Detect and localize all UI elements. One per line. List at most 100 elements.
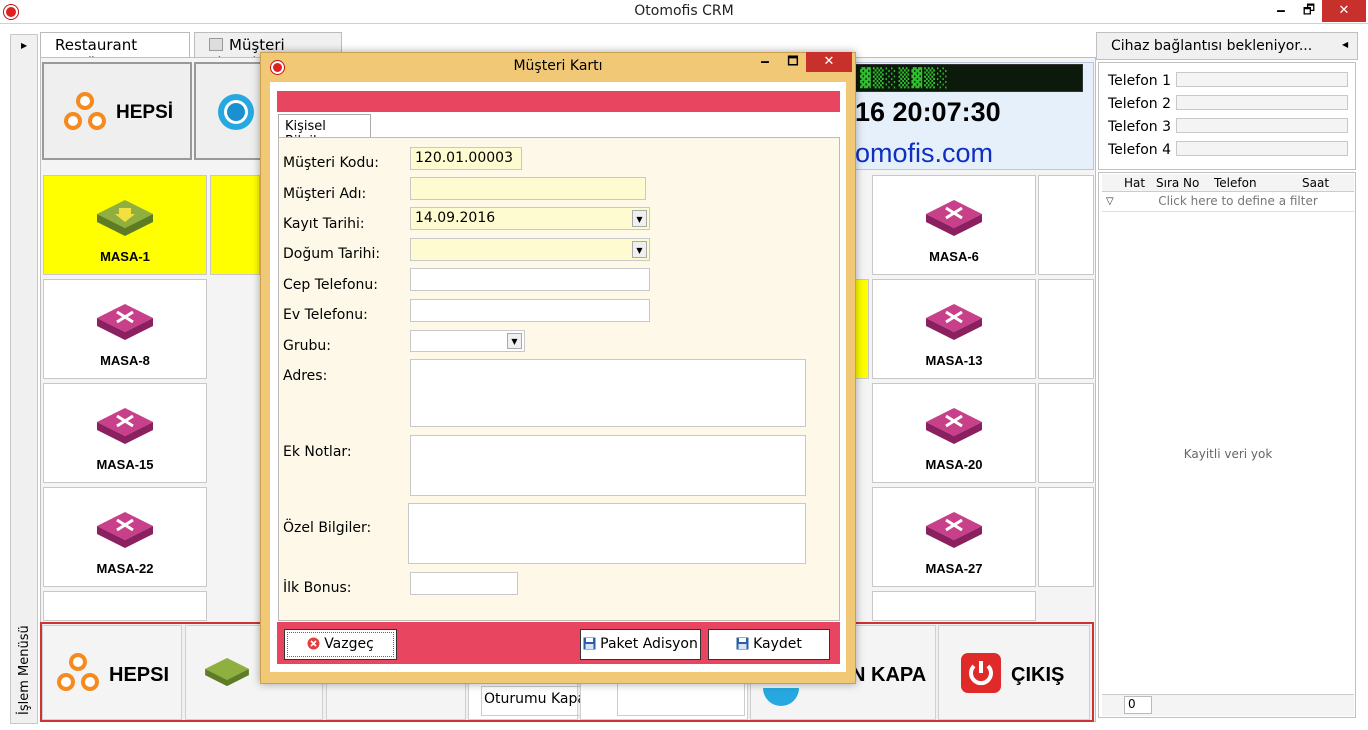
- grubu-select[interactable]: ▼: [410, 330, 525, 352]
- table-partial[interactable]: [1038, 487, 1094, 587]
- table-busy-partial[interactable]: [210, 175, 260, 275]
- musteri-adi-label: Müşteri Adı:: [283, 186, 367, 202]
- cikis-button[interactable]: ÇIKIŞ: [938, 625, 1090, 720]
- kaydet-button[interactable]: Kaydet: [708, 629, 830, 660]
- close-button[interactable]: ✕: [1322, 0, 1366, 22]
- table-partial[interactable]: [1038, 175, 1094, 275]
- table-masa-8[interactable]: MASA-8: [43, 279, 207, 379]
- paket-adisyon-label: Paket Adisyon: [600, 636, 698, 652]
- table-label: MASA-27: [925, 561, 983, 576]
- table-masa-27[interactable]: MASA-27: [872, 487, 1036, 587]
- device-status: Cihaz bağlantısı bekleniyor...: [1096, 32, 1358, 60]
- dialog-close-button[interactable]: ✕: [806, 52, 852, 72]
- bottom-hepsi-button[interactable]: HEPSI: [42, 625, 182, 720]
- table-masa-13[interactable]: MASA-13: [872, 279, 1036, 379]
- musteri-kodu-label: Müşteri Kodu:: [283, 155, 379, 171]
- checkbox-icon: [209, 38, 223, 51]
- table-masa-6[interactable]: MASA-6: [872, 175, 1036, 275]
- phone-line-label: Telefon 2: [1108, 96, 1172, 112]
- table-book-icon: [926, 304, 982, 340]
- side-menu-bar[interactable]: ▶ İşlem Menüsü: [10, 34, 38, 724]
- vazgec-button[interactable]: Vazgeç: [284, 629, 397, 660]
- grid-column-header[interactable]: Hat: [1124, 176, 1145, 190]
- table-masa-20[interactable]: MASA-20: [872, 383, 1036, 483]
- clock-text: 16 20:07:30: [855, 97, 1001, 127]
- dogum-tarihi-field[interactable]: ▼: [410, 238, 650, 261]
- collapse-arrow-icon[interactable]: ◀: [1342, 40, 1348, 49]
- table-label: MASA-22: [96, 561, 154, 576]
- table-masa-15[interactable]: MASA-15: [43, 383, 207, 483]
- table-book-icon: [97, 200, 153, 236]
- phone-line-bar: [1176, 95, 1348, 110]
- category-button[interactable]: [194, 62, 264, 160]
- chevron-down-icon[interactable]: ▼: [632, 210, 647, 227]
- adres-textarea[interactable]: [410, 359, 806, 427]
- green-book-icon: [205, 657, 249, 687]
- kayit-tarihi-label: Kayıt Tarihi:: [283, 216, 365, 232]
- ek-notlar-textarea[interactable]: [410, 435, 806, 496]
- grid-column-header[interactable]: Saat: [1302, 176, 1329, 190]
- dialog-header-band: [277, 91, 840, 112]
- grid-column-header[interactable]: Telefon: [1214, 176, 1257, 190]
- phone-line-label: Telefon 3: [1108, 119, 1172, 135]
- minimize-button[interactable]: 🗕: [1266, 0, 1296, 22]
- maximize-button[interactable]: 🗗: [1294, 0, 1324, 22]
- table-label: MASA-6: [929, 249, 979, 264]
- table-masa-1[interactable]: MASA-1: [43, 175, 207, 275]
- table-book-icon: [97, 408, 153, 444]
- kayit-tarihi-field[interactable]: 14.09.2016 ▼: [410, 207, 650, 230]
- grid-column-header[interactable]: Sıra No: [1156, 176, 1199, 190]
- blue-circle-icon: [763, 688, 799, 706]
- expand-arrow-icon[interactable]: ▶: [21, 41, 27, 50]
- ev-telefonu-label: Ev Telefonu:: [283, 307, 368, 323]
- grid-header: Hat Sıra No Telefon Saat: [1102, 174, 1354, 192]
- table-partial[interactable]: [1038, 279, 1094, 379]
- ozel-bilgiler-textarea[interactable]: [408, 503, 806, 564]
- table-partial[interactable]: [872, 591, 1036, 621]
- dialog-maximize-button[interactable]: 🗖: [780, 52, 806, 72]
- kaydet-label: Kaydet: [753, 636, 802, 652]
- vazgec-label: Vazgeç: [324, 636, 374, 652]
- table-book-icon: [97, 512, 153, 548]
- ozel-bilgiler-label: Özel Bilgiler:: [283, 520, 372, 536]
- musteri-adi-field[interactable]: [410, 177, 646, 200]
- power-icon: [961, 653, 1001, 693]
- tab-kisisel-bilgiler[interactable]: Kişisel Bilgiler: [278, 114, 371, 149]
- dogum-tarihi-label: Doğum Tarihi:: [283, 246, 381, 262]
- table-book-icon: [926, 200, 982, 236]
- kapa-label: N KAPA: [851, 664, 927, 686]
- filter-hint[interactable]: Click here to define a filter: [1122, 194, 1354, 208]
- table-label: MASA-20: [925, 457, 983, 472]
- table-partial[interactable]: [1038, 383, 1094, 483]
- table-masa-22[interactable]: MASA-22: [43, 487, 207, 587]
- phone-line-bar: [1176, 72, 1348, 87]
- chevron-down-icon[interactable]: ▼: [632, 241, 647, 258]
- table-book-icon: [97, 304, 153, 340]
- ek-notlar-label: Ek Notlar:: [283, 444, 352, 460]
- paket-adisyon-button[interactable]: Paket Adisyon: [580, 629, 701, 660]
- kayit-tarihi-value: 14.09.2016: [415, 210, 496, 226]
- window-title: Otomofis CRM: [634, 3, 734, 19]
- phone-line-bar: [1176, 118, 1348, 133]
- arrows-icon: [64, 92, 106, 130]
- led-text: ▓▒░▒▓▒░: [860, 68, 950, 89]
- table-partial[interactable]: [43, 591, 207, 621]
- cikis-label: ÇIKIŞ: [1011, 664, 1065, 686]
- cep-telefonu-field[interactable]: [410, 268, 650, 291]
- tab-restaurant-menu[interactable]: Restaurant Menü: [40, 32, 190, 72]
- chevron-down-icon[interactable]: ▼: [507, 333, 522, 349]
- category-hepsi-button[interactable]: HEPSİ: [42, 62, 192, 160]
- led-display: ▓▒░▒▓▒░: [853, 64, 1083, 92]
- ilk-bonus-label: İlk Bonus:: [283, 580, 352, 596]
- filter-icon[interactable]: ▽: [1106, 196, 1114, 207]
- ev-telefonu-field[interactable]: [410, 299, 650, 322]
- ilk-bonus-field[interactable]: [410, 572, 518, 595]
- table-busy-partial[interactable]: [855, 279, 869, 379]
- dialog-minimize-button[interactable]: 🗕: [752, 52, 778, 72]
- empty-message: Kayitli veri yok: [1183, 447, 1273, 461]
- category-hepsi-label: HEPSİ: [116, 102, 174, 123]
- floppy-disk-icon: [736, 637, 749, 650]
- grubu-label: Grubu:: [283, 338, 331, 354]
- musteri-kodu-field[interactable]: 120.01.00003: [410, 147, 522, 170]
- phone-line-label: Telefon 4: [1108, 142, 1172, 158]
